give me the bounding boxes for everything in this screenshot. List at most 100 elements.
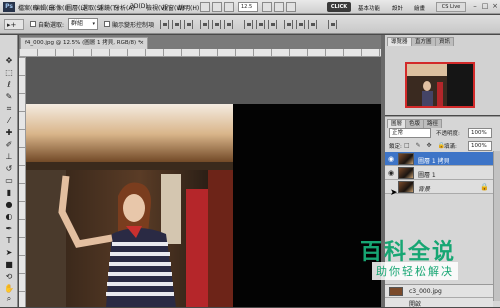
dodge-icon[interactable]: ◐ — [3, 211, 15, 222]
close-tab-icon[interactable]: × — [139, 38, 144, 49]
distribute-vcenter-icon[interactable] — [256, 20, 265, 29]
canvas-photo[interactable] — [26, 104, 233, 307]
lock-options-icons[interactable]: □ ✎ ✥ 🔒 — [404, 142, 447, 149]
tools-panel: ✥ ⬚ ℓ ✎ ⌗ ⁄ ✚ ✐ ⊥ ↺ ▭ ▮ ● ◐ ✒ T ➤ ■ ⟲ ✋ … — [0, 35, 18, 307]
cs-live-button[interactable]: CS Live — [436, 2, 466, 12]
lock-icon: 🔒 — [480, 183, 489, 191]
gradient-icon[interactable]: ▮ — [3, 187, 15, 198]
distribute-hcenter-icon[interactable] — [296, 20, 305, 29]
clone-stamp-icon[interactable]: ⊥ — [3, 151, 15, 162]
auto-select-value: 群組 — [71, 20, 84, 27]
tab-navigator[interactable]: 導覽器 — [387, 37, 412, 46]
show-transform-checkbox[interactable] — [104, 21, 110, 27]
shape-icon[interactable]: ■ — [3, 259, 15, 270]
tab-paths[interactable]: 路徑 — [423, 119, 443, 128]
watermark: 百科全说 助你轻松解决 — [350, 232, 470, 282]
brush-icon[interactable]: ✐ — [3, 139, 15, 150]
align-right-icon[interactable] — [224, 20, 233, 29]
fill-field[interactable]: 100% — [468, 141, 492, 151]
auto-select-dropdown[interactable]: 群組 ▾ — [68, 18, 98, 30]
workspace-design[interactable]: 設計 — [392, 4, 403, 12]
layer-name: 圖層 1 — [418, 172, 436, 179]
type-icon[interactable]: T — [3, 235, 15, 246]
workspace-basic[interactable]: 基本功能 — [358, 4, 380, 12]
hand-tool-button[interactable] — [262, 2, 272, 12]
auto-select-label: 自動選取: — [38, 22, 65, 29]
align-hcenter-icon[interactable] — [212, 20, 221, 29]
horizontal-ruler — [19, 49, 381, 57]
align-top-icon[interactable] — [160, 20, 169, 29]
path-select-icon[interactable]: ➤ — [3, 247, 15, 258]
eyedropper-icon[interactable]: ⁄ — [3, 115, 15, 126]
document-tab[interactable]: f4_000.jpg @ 12.5% (圖層 1 拷貝, RGB/8) * × — [20, 37, 148, 49]
tab-info[interactable]: 資訊 — [435, 37, 455, 46]
layer-thumbnail — [398, 153, 414, 165]
layer-row-layer1[interactable]: ◉ 圖層 1 — [385, 166, 493, 180]
layer-name: 背景 — [418, 186, 431, 193]
layer-thumbnail — [398, 167, 414, 179]
marquee-icon[interactable]: ⬚ — [3, 67, 15, 78]
click-badge[interactable]: CLICK — [327, 2, 351, 12]
layer-row-background[interactable]: 背景 🔒 — [385, 180, 493, 194]
history-row-snapshot[interactable]: c3_000.jpg — [385, 284, 493, 297]
move-icon[interactable]: ✥ — [3, 55, 15, 66]
align-bottom-icon[interactable] — [184, 20, 193, 29]
close-icon[interactable]: × — [490, 2, 500, 12]
workspace-paint[interactable]: 繪畫 — [414, 4, 425, 12]
minibridge-button[interactable] — [212, 2, 222, 12]
layer-name: 圖層 1 拷貝 — [418, 158, 450, 165]
quick-select-icon[interactable]: ✎ — [3, 91, 15, 102]
tab-channels[interactable]: 色版 — [405, 119, 425, 128]
minimize-icon[interactable]: – — [470, 2, 480, 12]
snapshot-name: c3_000.jpg — [409, 288, 442, 295]
opacity-label: 不透明度: — [436, 131, 460, 137]
watermark-subtitle: 助你轻松解决 — [372, 262, 458, 280]
layer-thumbnail — [398, 181, 414, 193]
layers-scrollbar[interactable] — [493, 151, 500, 301]
menu-help[interactable]: 說明(H) — [178, 3, 199, 12]
navigator-preview-image — [407, 64, 473, 106]
history-row-open[interactable]: 開啟 — [385, 297, 493, 308]
distribute-bottom-icon[interactable] — [268, 20, 277, 29]
3d-rotate-icon[interactable]: ⟲ — [3, 271, 15, 282]
align-buttons — [160, 15, 380, 34]
options-bar: ▸+ 自動選取: 群組 ▾ 顯示變形控制項 — [0, 15, 500, 34]
extras-button[interactable] — [224, 2, 234, 12]
healing-brush-icon[interactable]: ✚ — [3, 127, 15, 138]
blur-icon[interactable]: ● — [3, 199, 15, 210]
distribute-left-icon[interactable] — [284, 20, 293, 29]
bridge-button[interactable] — [200, 2, 210, 12]
pen-icon[interactable]: ✒ — [3, 223, 15, 234]
align-vcenter-icon[interactable] — [172, 20, 181, 29]
photo-image — [26, 104, 233, 307]
zoom-icon[interactable]: ⌕ — [3, 293, 15, 304]
mouse-cursor-icon: ➤ — [390, 188, 398, 198]
eye-icon[interactable]: ◉ — [388, 155, 396, 163]
rotate-view-button[interactable] — [274, 2, 284, 12]
align-left-icon[interactable] — [200, 20, 209, 29]
document-tab-title: f4_000.jpg @ 12.5% (圖層 1 拷貝, RGB/8) * — [25, 40, 141, 46]
distribute-top-icon[interactable] — [244, 20, 253, 29]
navigator-thumbnail[interactable] — [405, 62, 475, 108]
distribute-right-icon[interactable] — [308, 20, 317, 29]
layer-row-layer1-copy[interactable]: ◉ 圖層 1 拷貝 — [385, 152, 493, 166]
document-tab-bar: f4_000.jpg @ 12.5% (圖層 1 拷貝, RGB/8) * × — [19, 35, 381, 49]
menu-bar: Ps 檔案(F) 編輯(E) 影像(I) 圖層(L) 選取(S) 濾鏡(T) 分… — [0, 0, 500, 14]
fill-label: 填滿: — [444, 144, 457, 150]
maximize-icon[interactable]: □ — [480, 2, 490, 12]
crop-icon[interactable]: ⌗ — [3, 103, 15, 114]
tab-layers[interactable]: 圖層 — [387, 119, 407, 128]
tab-histogram[interactable]: 直方圖 — [411, 37, 436, 46]
blend-mode-dropdown[interactable]: 正常 — [389, 128, 431, 138]
auto-align-icon[interactable] — [328, 20, 337, 29]
lasso-icon[interactable]: ℓ — [3, 79, 15, 90]
zoom-field[interactable]: 12.5 — [238, 2, 258, 12]
vertical-ruler — [19, 57, 26, 307]
eraser-icon[interactable]: ▭ — [3, 175, 15, 186]
history-brush-icon[interactable]: ↺ — [3, 163, 15, 174]
opacity-field[interactable]: 100% — [468, 128, 492, 138]
eye-icon[interactable]: ◉ — [388, 169, 396, 177]
arrange-docs-button[interactable] — [286, 2, 296, 12]
tool-preset-picker[interactable]: ▸+ — [4, 19, 24, 30]
auto-select-checkbox[interactable] — [30, 21, 36, 27]
